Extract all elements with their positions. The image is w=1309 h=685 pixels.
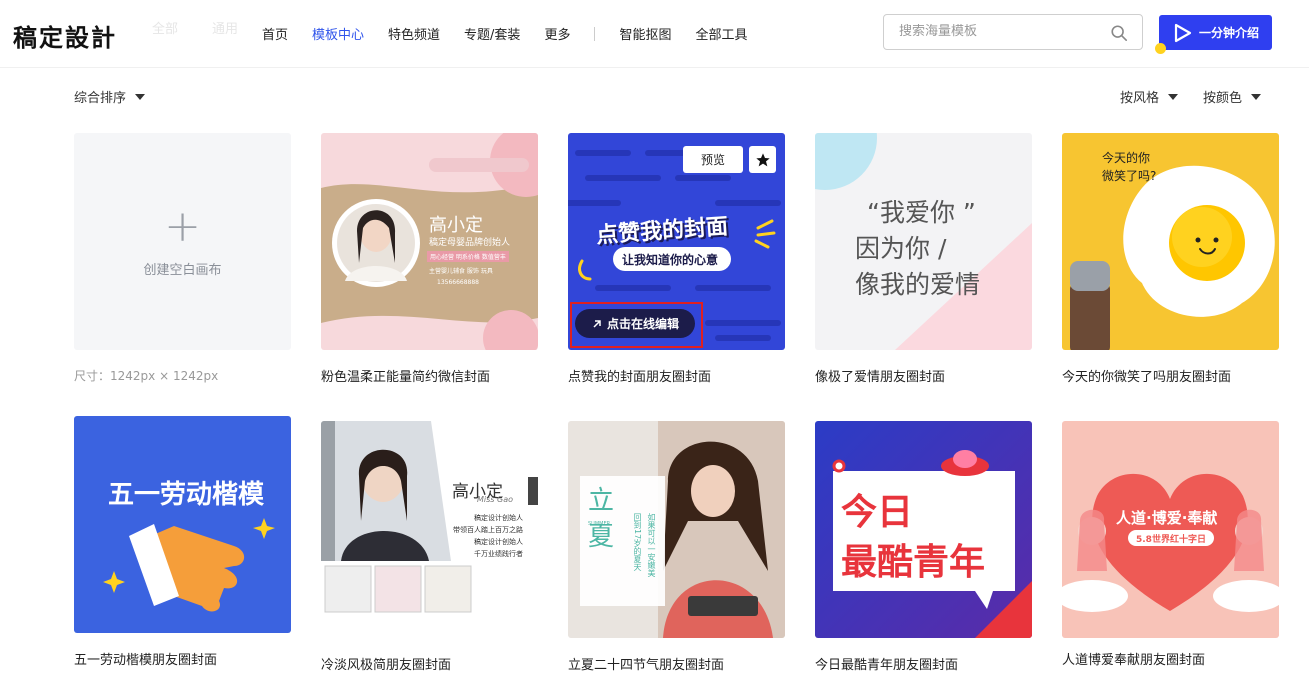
template-thumb[interactable]: 高小定 稿定母婴品牌创始人 用心经营 明系价格 数值营丰 主营婴儿辅食 服饰 玩… xyxy=(321,133,538,350)
summer-small: SUMMER xyxy=(588,521,611,527)
summer-col2: 如果可以一安嫩美 xyxy=(647,513,656,577)
edit-online-label: 点击在线编辑 xyxy=(606,317,679,331)
minimal-line4: 千万业绩践行者 xyxy=(474,550,523,558)
template-card-hovered[interactable]: 点赞我的封面 让我知道你的心意 预览 点击在线编辑 点赞我的封面朋友圈封面 xyxy=(568,133,785,385)
sort-dropdown[interactable]: 综合排序 xyxy=(74,87,146,106)
redcross-badge: 5.8世界红十字日 xyxy=(1136,535,1206,545)
main-nav: 首页 模板中心 特色频道 专题/套装 更多 智能抠图 全部工具 xyxy=(262,24,771,43)
love-line3: 像我的爱情 xyxy=(855,270,981,299)
nav-home[interactable]: 首页 xyxy=(262,24,288,43)
summer-big: 立夏 xyxy=(588,486,615,552)
template-title[interactable]: 立夏二十四节气朋友圈封面 xyxy=(568,654,724,673)
labor-headline: 五一劳动楷模 xyxy=(108,480,265,510)
minimal-line3: 稿定设计创始人 xyxy=(474,538,523,546)
template-title[interactable]: 五一劳动楷模朋友圈封面 xyxy=(74,649,217,668)
style-label: 按风格 xyxy=(1120,91,1160,106)
template-title[interactable]: 像极了爱情朋友圈封面 xyxy=(815,366,945,385)
ghost-tab-all: 全部 xyxy=(152,22,179,37)
template-card[interactable]: 五一劳动楷模 五一劳动楷模朋友圈封面 xyxy=(74,416,291,668)
create-blank-card[interactable]: + 创建空白画布 尺寸：1242px × 1242px xyxy=(74,133,291,383)
minimal-en: Miss Gao xyxy=(477,495,513,504)
labor-day-artwork xyxy=(74,416,291,633)
nav-smart-cutout[interactable]: 智能抠图 xyxy=(619,24,671,43)
search-box xyxy=(883,14,1143,50)
style-dropdown[interactable]: 按风格 xyxy=(1120,87,1179,106)
blank-canvas-thumb[interactable]: + 创建空白画布 xyxy=(74,133,291,350)
nav-all-tools[interactable]: 全部工具 xyxy=(695,24,747,43)
nav-template-center[interactable]: 模板中心 xyxy=(312,24,364,43)
star-icon xyxy=(755,152,770,166)
template-thumb[interactable]: 高小定 Miss Gao 稿定设计创始人 带领百人踏上百万之路 稿定设计创始人 … xyxy=(321,421,538,638)
template-title[interactable]: 人道博爱奉献朋友圈封面 xyxy=(1062,649,1205,668)
youth-line2: 最酷青年 xyxy=(841,542,986,583)
create-blank-label: 创建空白画布 xyxy=(143,263,222,278)
minimal-line1: 稿定设计创始人 xyxy=(474,514,523,522)
decor-dot xyxy=(1155,43,1166,54)
egg-text: 今天的你 微笑了吗? xyxy=(1102,151,1157,183)
card-phone: 13566668888 xyxy=(437,279,479,286)
template-card[interactable]: 立夏 SUMMER 回到17岁的夏天 如果可以一安嫩美 立夏二十四节气朋友圈封面 xyxy=(568,421,785,673)
template-card[interactable]: 高小定 稿定母婴品牌创始人 用心经营 明系价格 数值营丰 主营婴儿辅食 服饰 玩… xyxy=(321,133,538,385)
brand-logo[interactable]: 稿定設計 xyxy=(13,18,117,53)
egg-artwork xyxy=(1062,133,1279,350)
card-line1: 用心经营 明系价格 数值营丰 xyxy=(427,251,509,262)
love-line2: 因为你 / xyxy=(855,234,947,263)
edit-online-button[interactable]: 点击在线编辑 xyxy=(575,309,695,338)
template-card[interactable]: 今日 最酷青年 今日最酷青年朋友圈封面 xyxy=(815,421,1032,673)
template-thumb[interactable]: 人道·博爱·奉献 5.8世界红十字日 xyxy=(1062,421,1279,638)
template-thumb[interactable]: 五一劳动楷模 xyxy=(74,416,291,633)
intro-video-button[interactable]: 一分钟介绍 xyxy=(1155,15,1272,54)
template-card[interactable]: 人道·博爱·奉献 5.8世界红十字日 人道博爱奉献朋友圈封面 xyxy=(1062,421,1279,668)
template-thumb[interactable]: 今日 最酷青年 xyxy=(815,421,1032,638)
card-line2: 主营婴儿辅食 服饰 玩具 xyxy=(429,268,493,275)
love-line1: “我爱你 ” xyxy=(867,198,976,227)
template-card[interactable]: 高小定 Miss Gao 稿定设计创始人 带领百人踏上百万之路 稿定设计创始人 … xyxy=(321,421,538,673)
nav-featured-channels[interactable]: 特色频道 xyxy=(388,24,440,43)
template-thumb[interactable]: 立夏 SUMMER 回到17岁的夏天 如果可以一安嫩美 xyxy=(568,421,785,638)
caret-down-icon xyxy=(135,93,146,100)
search-input[interactable] xyxy=(899,24,1099,39)
nav-topics[interactable]: 专题/套装 xyxy=(464,24,520,43)
template-thumb[interactable]: 点赞我的封面 让我知道你的心意 预览 点击在线编辑 xyxy=(568,133,785,350)
arrow-up-right-icon xyxy=(593,319,601,328)
color-label: 按颜色 xyxy=(1203,91,1243,106)
template-thumb[interactable]: “我爱你 ” 因为你 / 像我的爱情 xyxy=(815,133,1032,350)
preview-button[interactable]: 预览 xyxy=(683,146,743,173)
caret-down-icon xyxy=(1251,93,1262,100)
sort-label: 综合排序 xyxy=(74,91,127,106)
youth-line1: 今日 xyxy=(841,492,914,533)
redcross-headline: 人道·博爱·奉献 xyxy=(1116,509,1218,527)
summer-col1: 回到17岁的夏天 xyxy=(633,513,642,572)
color-dropdown[interactable]: 按颜色 xyxy=(1203,87,1262,106)
top-header: 稿定設計 全部 通用 首页 模板中心 特色频道 专题/套装 更多 智能抠图 全部… xyxy=(0,0,1309,68)
card-subtitle: 稿定母婴品牌创始人 xyxy=(429,238,511,248)
template-title[interactable]: 今天的你微笑了吗朋友圈封面 xyxy=(1062,366,1231,385)
ghost-tab-general: 通用 xyxy=(212,22,239,37)
card-name: 高小定 xyxy=(429,215,483,236)
favorite-button[interactable] xyxy=(749,146,776,173)
nav-more[interactable]: 更多 xyxy=(544,24,570,43)
template-title[interactable]: 冷淡风极简朋友圈封面 xyxy=(321,654,451,673)
template-title[interactable]: 今日最酷青年朋友圈封面 xyxy=(815,654,958,673)
like-sub: 让我知道你的心意 xyxy=(622,253,719,267)
template-card[interactable]: 今天的你 微笑了吗? 今天的你微笑了吗朋友圈封面 xyxy=(1062,133,1279,385)
template-thumb[interactable]: 今天的你 微笑了吗? xyxy=(1062,133,1279,350)
template-title[interactable]: 粉色温柔正能量简约微信封面 xyxy=(321,366,490,385)
caret-down-icon xyxy=(1168,93,1179,100)
red-cross-artwork xyxy=(1062,421,1279,638)
play-icon xyxy=(1174,23,1192,42)
search-icon[interactable] xyxy=(1110,24,1128,42)
nav-divider xyxy=(594,26,596,41)
canvas-size: 尺寸：1242px × 1242px xyxy=(74,369,219,383)
template-card[interactable]: “我爱你 ” 因为你 / 像我的爱情 像极了爱情朋友圈封面 xyxy=(815,133,1032,385)
plus-icon: + xyxy=(164,201,201,252)
intro-button-label: 一分钟介绍 xyxy=(1199,26,1260,40)
minimal-line2: 带领百人踏上百万之路 xyxy=(453,526,523,534)
template-title[interactable]: 点赞我的封面朋友圈封面 xyxy=(568,366,711,385)
